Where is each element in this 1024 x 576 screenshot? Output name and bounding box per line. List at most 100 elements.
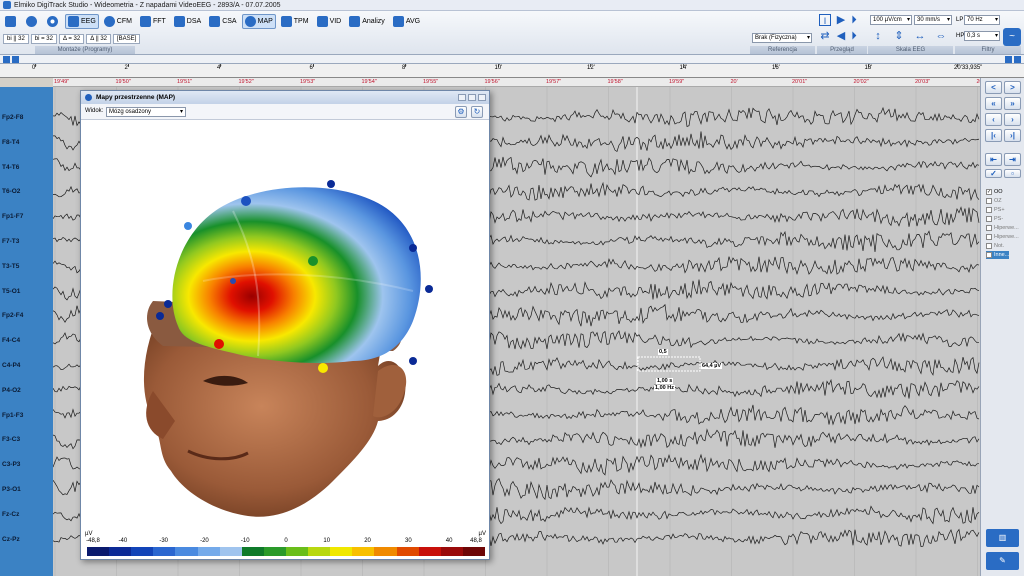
play-icon[interactable]: ▶ [835,14,847,26]
clock-label: 20'01" [792,79,808,85]
event-filter-checkbox[interactable]: PS- [986,215,1003,223]
event-filter-checkbox[interactable]: ✓ OO [986,188,1003,196]
channel-label[interactable]: T4-T6 [2,164,19,171]
channel-label[interactable]: F7-T3 [2,238,19,245]
channel-label[interactable]: F3-C3 [2,436,20,443]
ribbon-button-dsa[interactable]: DSA [171,14,204,29]
channel-label[interactable]: Fp2-F8 [2,114,23,121]
refresh-icon[interactable]: ↻ [471,106,483,118]
minimize-icon[interactable] [458,94,466,101]
cursor-tool-icon[interactable]: I [819,14,831,26]
ribbon-button-tpm[interactable]: TPM [278,14,312,29]
timeline-button[interactable]: ▥ [986,529,1019,547]
channel-label[interactable]: P3-O1 [2,486,21,493]
ribbon-button-fft[interactable]: FFT [137,14,169,29]
lp-select[interactable]: 70 Hz [964,15,1000,25]
amplitude-increase-icon[interactable]: ↕ [872,30,884,42]
step-forward-icon[interactable]: ⏵ [848,14,860,26]
close-icon[interactable] [478,94,486,101]
ribbon-button-label: CSA [222,18,237,25]
event-filter-checkbox[interactable]: Not. [986,242,1004,250]
time-expand-icon[interactable]: ↔ [914,30,926,42]
clock-label: 19'56" [484,79,500,85]
channel-label[interactable]: Cz-Pz [2,536,20,543]
channel-label[interactable]: Fp1-F3 [2,412,23,419]
go-start-icon[interactable]: |‹ [985,129,1002,142]
scale-color-step [263,547,286,556]
ribbon-button-eye-icon[interactable] [23,14,42,29]
nav-first-icon[interactable] [3,56,10,63]
ribbon-button-avg[interactable]: AVG [390,14,423,29]
channel-label[interactable]: T6-O2 [2,188,20,195]
event-filter-checkbox[interactable]: PS+ [986,206,1005,214]
channel-label[interactable]: C4-P4 [2,362,20,369]
review-next-icon[interactable]: ⏵ [848,30,860,42]
ribbon-button-csa[interactable]: CSA [206,14,239,29]
navigation-bar [0,55,1024,64]
filter-settings-button[interactable]: ~ [1003,28,1021,46]
ribbon-button-vid[interactable]: VID [314,14,345,29]
channel-label[interactable]: T5-O1 [2,288,20,295]
ribbon-button-analizy[interactable]: Analizy [346,14,388,29]
scale-unit-left: µV [85,531,93,537]
montage-tab[interactable]: bi || 32 [3,34,29,44]
brain-map-view[interactable] [83,121,488,531]
nav-prev-icon[interactable] [12,56,19,63]
scale-color-step [462,547,485,556]
channel-label[interactable]: Fp1-F7 [2,213,23,220]
map-options-icon[interactable]: ⚙ [455,106,467,118]
time-compress-icon[interactable]: ⇔ [935,30,947,42]
event-filter-checkbox[interactable]: Hiperwe... [986,233,1019,241]
channel-label[interactable]: Fz-Cz [2,511,19,518]
marker-prev-icon[interactable]: ⇤ [985,153,1002,166]
marker-next-icon[interactable]: ⇥ [1004,153,1021,166]
reference-select[interactable]: Brak (Fizyczna) [752,33,812,43]
recording-time-scale[interactable]: 0' 2' 4' 6' 8' 10' 12' 14' 16' 18' 20'33,935" [0,64,1024,78]
channel-label[interactable]: F8-T4 [2,139,19,146]
map-window-titlebar[interactable]: Mapy przestrzenne (MAP) [81,91,489,104]
head-3d-model[interactable] [83,121,488,531]
event-filter-checkbox[interactable]: Hiperwe... [986,224,1019,232]
hp-select[interactable]: 0,3 s [964,31,1000,41]
go-end-icon[interactable]: ›| [1004,129,1021,142]
event-filter-checkbox[interactable]: OZ [986,197,1002,205]
sensitivity-select[interactable]: 100 µV/cm [870,15,912,25]
ribbon-button-map[interactable]: MAP [241,14,276,29]
ribbon-button-gear-icon[interactable] [44,14,63,29]
channel-label[interactable]: T3-T5 [2,263,19,270]
channel-label[interactable]: Fp2-F4 [2,312,23,319]
ribbon-button-cfm[interactable]: CFM [101,14,135,29]
page-mode-icon[interactable]: ⇄ [819,30,831,42]
ribbon-button-eeg[interactable]: EEG [65,14,99,29]
scroll-right-icon[interactable]: > [1004,81,1021,94]
clock-label: 20'03" [915,79,931,85]
ribbon-button-montage-icon[interactable] [2,14,21,29]
step-forward-sidebar-icon[interactable]: › [1004,113,1021,126]
channel-label[interactable]: P4-O2 [2,387,21,394]
view-select[interactable]: Mózg osadzony [106,107,186,117]
amplitude-decrease-icon[interactable]: ⇕ [893,30,905,42]
annotate-button[interactable]: ✎ [986,552,1019,570]
montage-tab[interactable]: [BASE] [113,34,141,44]
time-tick-label: 0' [32,65,37,71]
page-forward-icon[interactable]: » [1004,97,1021,110]
event-filter-checkbox[interactable]: Inne... [986,251,1010,259]
step-back-icon[interactable]: ‹ [985,113,1002,126]
maximize-icon[interactable] [468,94,476,101]
checkbox-label: Hiperwe... [994,234,1019,240]
montage-tab[interactable]: Δ || 32 [86,34,111,44]
nav-next-icon[interactable] [1005,56,1012,63]
check-confirm-icon[interactable]: ✓ [985,169,1002,178]
scroll-left-icon[interactable]: < [985,81,1002,94]
nav-last-icon[interactable] [1014,56,1021,63]
channel-label[interactable]: C3-P3 [2,461,20,468]
gear-icon [47,16,58,27]
page-back-icon[interactable]: « [985,97,1002,110]
review-back-icon[interactable]: ◀ [835,30,847,42]
montage-tab[interactable]: bi = 32 [30,34,57,44]
stop-icon[interactable]: ▫ [1004,169,1021,178]
color-scale-bar [87,547,485,556]
montage-tab[interactable]: Δ = 32 [58,34,85,44]
speed-select[interactable]: 30 mm/s [914,15,952,25]
channel-label[interactable]: F4-C4 [2,337,20,344]
